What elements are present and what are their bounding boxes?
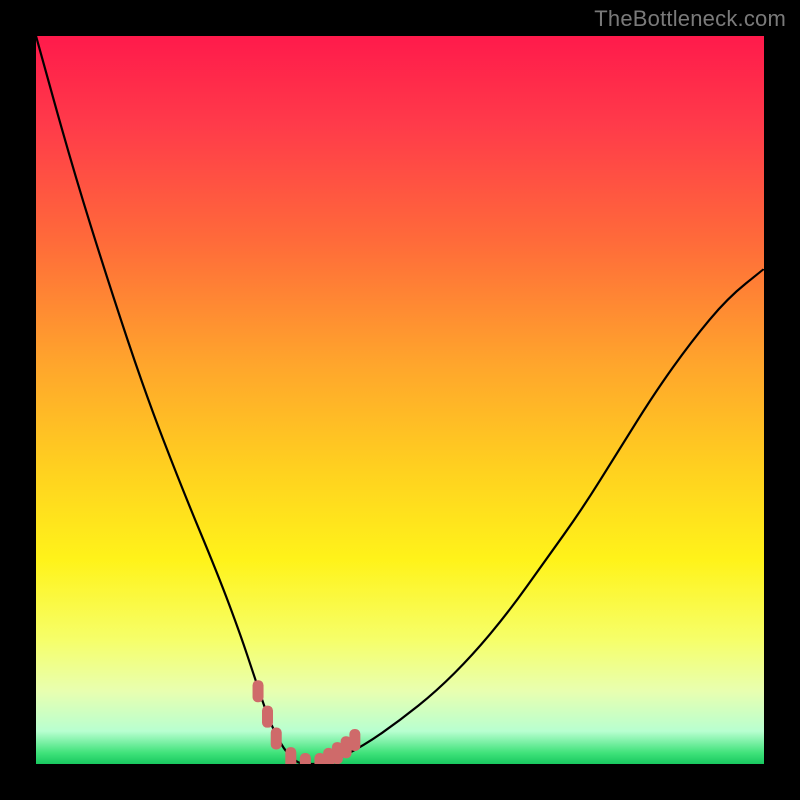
marker-dot	[271, 728, 282, 750]
marker-dot	[253, 680, 264, 702]
chart-frame: TheBottleneck.com	[0, 0, 800, 800]
marker-dot	[262, 706, 273, 728]
heat-gradient-bg	[36, 36, 764, 764]
marker-dot	[349, 729, 360, 751]
bottleneck-chart	[36, 36, 764, 764]
plot-area	[36, 36, 764, 764]
watermark-text: TheBottleneck.com	[594, 6, 786, 32]
marker-dot	[285, 747, 296, 764]
marker-dot	[300, 753, 311, 764]
